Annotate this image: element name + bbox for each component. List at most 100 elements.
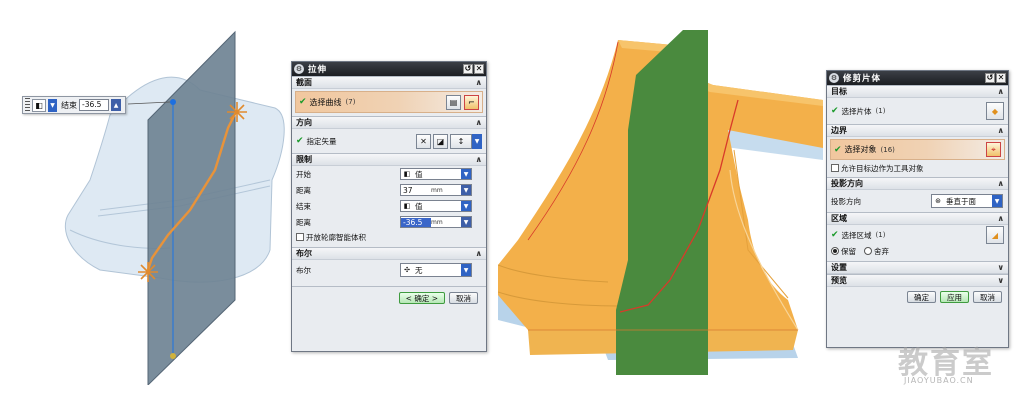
cancel-button[interactable]: 取消	[449, 292, 478, 304]
select-curve-row[interactable]: ✔ 选择曲线 (7) ▤ ⌐	[295, 91, 483, 113]
spinner-icon[interactable]: ▼	[461, 185, 471, 195]
extrude-dialog: ⚙ 拉伸 ↺ ✕ 截面 ∧ ✔ 选择曲线 (7) ▤ ⌐ 方向 ∧ ✔ 指定矢量 ✕…	[291, 61, 487, 352]
direction-label: 方向	[296, 118, 312, 127]
start-type-select[interactable]: ◧ 值 ▼	[400, 168, 472, 180]
ok-button[interactable]: < 确定 >	[398, 292, 445, 304]
collapse-icon[interactable]: ∧	[998, 179, 1005, 188]
section-header-boolean[interactable]: 布尔 ∧	[292, 247, 486, 260]
collapse-icon[interactable]: ∧	[476, 118, 483, 127]
collapse-icon[interactable]: ∧	[998, 214, 1005, 223]
viewport-left[interactable]	[40, 30, 290, 387]
end-distance-label: 距离	[296, 217, 311, 227]
select-region-row[interactable]: ✔ 选择区域 (1) ◢	[827, 225, 1008, 245]
gear-icon[interactable]: ⚙	[294, 64, 304, 74]
vector-dialog-icon[interactable]: ◪	[433, 133, 448, 149]
end-label: 结束	[296, 201, 311, 211]
reset-icon[interactable]: ↺	[463, 64, 473, 74]
expand-icon[interactable]: ∨	[998, 276, 1005, 285]
section-header-region[interactable]: 区域 ∧	[827, 212, 1008, 225]
close-icon[interactable]: ✕	[474, 64, 484, 74]
section-header-limits[interactable]: 限制 ∧	[292, 153, 486, 166]
collapse-icon[interactable]: ∧	[476, 78, 483, 87]
viewport-right[interactable]	[497, 30, 823, 380]
select-region-label: 选择区域	[841, 230, 872, 240]
section-header-target[interactable]: 目标 ∧	[827, 85, 1008, 98]
specify-vector-row[interactable]: ✔ 指定矢量 ✕ ◪ ↕ ▼	[292, 129, 486, 153]
section-header-boundary[interactable]: 边界 ∧	[827, 124, 1008, 137]
sheet-body-icon[interactable]: ◆	[986, 102, 1004, 120]
projection-label: 投影方向	[831, 196, 861, 206]
spinner-icon[interactable]: ▲	[111, 99, 121, 111]
cube-value-icon[interactable]: ◧	[32, 98, 46, 112]
collapse-icon[interactable]: ∧	[476, 155, 483, 164]
allow-target-edges-row[interactable]: 允许目标边作为工具对象	[827, 162, 1008, 174]
trim-sheet-dialog: ⚙ 修剪片体 ↺ ✕ 目标 ∧ ✔ 选择片体 (1) ◆ 边界 ∧ ✔ 选择对象 (…	[826, 70, 1009, 348]
preview-label: 预览	[831, 276, 847, 285]
end-distance-input[interactable]: -36.5	[79, 99, 109, 111]
spinner-icon[interactable]: ▼	[461, 217, 471, 227]
curve-select-icon[interactable]: ⌐	[464, 94, 479, 110]
section-header-settings[interactable]: 设置 ∨	[827, 261, 1008, 274]
cancel-button[interactable]: 取消	[973, 291, 1002, 303]
checkmark-icon: ✔	[296, 136, 304, 146]
region-icon[interactable]: ◢	[986, 226, 1004, 244]
chevron-down-icon[interactable]: ▼	[461, 264, 471, 276]
chevron-down-icon[interactable]: ▼	[48, 98, 57, 112]
settings-label: 设置	[831, 263, 847, 272]
select-sheet-row[interactable]: ✔ 选择片体 (1) ◆	[827, 98, 1008, 124]
select-object-row[interactable]: ✔ 选择对象 (16) ⌖	[830, 139, 1005, 160]
discard-radio[interactable]	[864, 247, 872, 255]
section-header-profile[interactable]: 截面 ∧	[292, 76, 486, 89]
target-label: 目标	[831, 87, 847, 96]
chevron-down-icon[interactable]: ▼	[472, 133, 482, 149]
limits-label: 限制	[296, 155, 312, 164]
checkmark-icon: ✔	[831, 106, 839, 116]
dialog-titlebar[interactable]: ⚙ 修剪片体 ↺ ✕	[827, 71, 1008, 85]
crosshair-select-icon[interactable]: ⌖	[986, 142, 1001, 157]
open-profile-checkbox[interactable]	[296, 233, 304, 241]
boolean-section-label: 布尔	[296, 249, 312, 258]
chevron-down-icon[interactable]: ▼	[992, 195, 1002, 207]
drag-grip-icon[interactable]	[25, 98, 30, 112]
close-icon[interactable]: ✕	[996, 73, 1006, 83]
keep-label: 保留	[841, 246, 856, 256]
value-icon: ◧	[403, 202, 411, 210]
apply-button[interactable]: 应用	[940, 291, 969, 303]
watermark-logo: 教育室	[898, 346, 994, 381]
collapse-icon[interactable]: ∧	[998, 87, 1005, 96]
allow-target-edges-checkbox[interactable]	[831, 164, 839, 172]
open-profile-checkbox-row[interactable]: 开放轮廓智能体积	[292, 230, 486, 244]
watermark-url: JIAOYUBAO.CN	[904, 376, 974, 385]
end-type-select[interactable]: ◧ 值 ▼	[400, 200, 472, 212]
section-header-direction[interactable]: 方向 ∧	[292, 116, 486, 129]
checkmark-icon: ✔	[299, 97, 307, 107]
select-curve-label: 选择曲线	[309, 97, 342, 107]
section-header-projection[interactable]: 投影方向 ∧	[827, 177, 1008, 190]
keep-radio[interactable]	[831, 247, 839, 255]
dialog-title: 拉伸	[308, 65, 328, 75]
reverse-direction-icon[interactable]: ✕	[416, 133, 431, 149]
sketch-section-icon[interactable]: ▤	[446, 94, 461, 110]
floating-distance-toolbar: ◧ ▼ 结束 -36.5 ▲	[22, 96, 126, 114]
expand-icon[interactable]: ∨	[998, 263, 1005, 272]
dialog-titlebar[interactable]: ⚙ 拉伸 ↺ ✕	[292, 62, 486, 76]
collapse-icon[interactable]: ∧	[998, 126, 1005, 135]
vector-axis-icon[interactable]: ↕	[450, 133, 472, 149]
select-sheet-label: 选择片体	[841, 106, 872, 116]
extrude-model-graphic	[64, 30, 285, 387]
end-distance-input[interactable]: -36.5 mm ▼	[400, 216, 472, 228]
region-count: (1)	[875, 231, 886, 239]
region-label: 区域	[831, 214, 847, 223]
projection-direction-select[interactable]: ⊛ 垂直于面 ▼	[931, 194, 1003, 208]
boolean-select[interactable]: ✣ 无 ▼	[400, 263, 472, 277]
projection-section-label: 投影方向	[831, 179, 863, 188]
allow-target-edges-label: 允许目标边作为工具对象	[841, 163, 924, 173]
gear-icon[interactable]: ⚙	[829, 73, 839, 83]
reset-icon[interactable]: ↺	[985, 73, 995, 83]
chevron-down-icon[interactable]: ▼	[461, 169, 471, 179]
ok-button[interactable]: 确定	[907, 291, 936, 303]
chevron-down-icon[interactable]: ▼	[461, 201, 471, 211]
section-header-preview[interactable]: 预览 ∨	[827, 274, 1008, 287]
collapse-icon[interactable]: ∧	[476, 249, 483, 258]
start-distance-input[interactable]: 37 mm ▼	[400, 184, 472, 196]
